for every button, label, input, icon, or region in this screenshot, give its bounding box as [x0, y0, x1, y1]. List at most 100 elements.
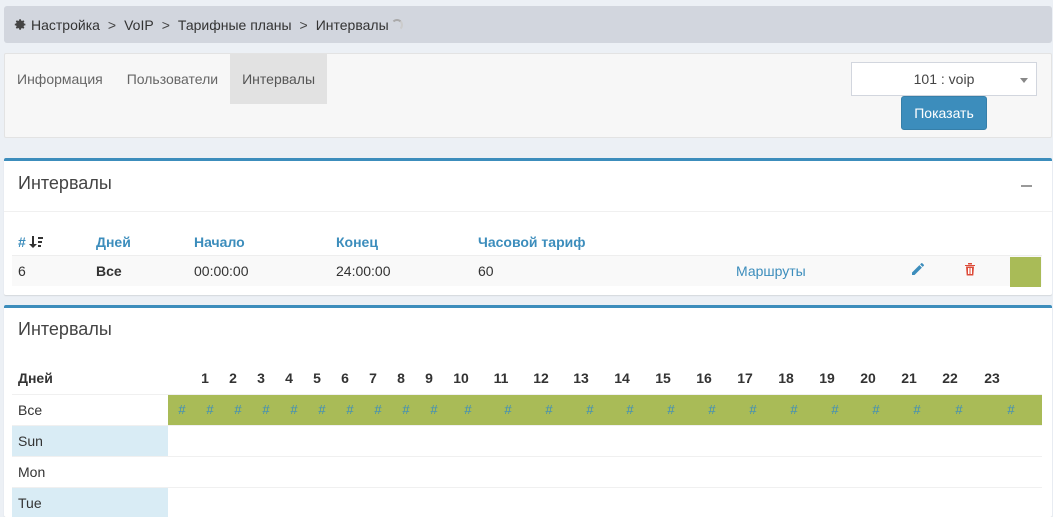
hour-cell-link[interactable]: #	[399, 402, 413, 417]
hour-cell-link[interactable]: #	[583, 402, 597, 417]
days-column-header: Дней	[18, 370, 53, 386]
hour-label: 3	[257, 370, 265, 386]
intervals-schedule-box: Интервалы Дней 1 2 3 4 5 6 7 8 9 10 11 12 13 14 15 16 17…	[4, 305, 1052, 517]
cell-days: Все	[96, 263, 122, 279]
hour-label: 22	[942, 370, 958, 386]
hour-cell-link[interactable]: #	[952, 402, 966, 417]
schedule-row-cells	[168, 488, 1042, 517]
tab-bar: Информация Пользователи Интервалы	[5, 54, 328, 104]
hour-cell-link[interactable]: #	[371, 402, 385, 417]
loading-spinner-icon	[390, 18, 403, 31]
hour-label: 20	[860, 370, 876, 386]
hour-label: 11	[493, 370, 509, 386]
chevron-down-icon	[1020, 78, 1028, 83]
hour-cell-link[interactable]: #	[869, 402, 883, 417]
hour-label: 14	[614, 370, 630, 386]
hour-label: 1	[201, 370, 209, 386]
tab-users[interactable]: Пользователи	[115, 54, 230, 104]
tabs-panel: Информация Пользователи Интервалы 101 : …	[4, 53, 1052, 138]
schedule-row-cells: # # # # # # # # # # # # # # # # # # # # # # # #	[168, 395, 1042, 425]
box-title: Интервалы	[18, 319, 112, 339]
cell-hourly-rate: 60	[478, 263, 494, 279]
tab-intervals[interactable]: Интервалы	[230, 54, 328, 104]
breadcrumb-item-voip[interactable]: VoIP	[124, 17, 154, 33]
table-row	[12, 255, 1042, 286]
hour-cell-link[interactable]: #	[231, 402, 245, 417]
breadcrumb-separator: >	[107, 16, 117, 33]
breadcrumb-item-settings[interactable]: Настройка	[31, 17, 100, 33]
collapse-icon[interactable]	[1021, 185, 1032, 187]
column-header-start[interactable]: Начало	[194, 234, 245, 250]
schedule-row: Sun	[12, 425, 1042, 456]
hour-cell-link[interactable]: #	[175, 402, 189, 417]
routes-link[interactable]: Маршруты	[736, 263, 806, 279]
hour-label: 12	[533, 370, 549, 386]
hour-cell-link[interactable]: #	[461, 402, 475, 417]
hour-cell-link[interactable]: #	[287, 402, 301, 417]
hour-label: 9	[425, 370, 433, 386]
hour-label: 15	[655, 370, 671, 386]
trash-icon[interactable]	[962, 261, 978, 277]
schedule-row-day-label: Tue	[12, 488, 168, 517]
hour-label: 19	[819, 370, 835, 386]
show-button[interactable]: Показать	[901, 96, 987, 130]
cell-start: 00:00:00	[194, 263, 249, 279]
hour-cell-link[interactable]: #	[910, 402, 924, 417]
hour-cell-link[interactable]: #	[501, 402, 515, 417]
pencil-icon[interactable]	[910, 261, 926, 277]
schedule-row: Tue	[12, 487, 1042, 517]
hour-cell-link[interactable]: #	[828, 402, 842, 417]
hour-label: 6	[341, 370, 349, 386]
hour-cell-link[interactable]: #	[1004, 402, 1018, 417]
schedule-row-day-label: Sun	[12, 426, 168, 456]
schedule-row-cells	[168, 457, 1042, 487]
column-header-end[interactable]: Конец	[336, 234, 378, 250]
hour-label: 16	[696, 370, 712, 386]
hour-label: 10	[453, 370, 469, 386]
column-header-id[interactable]: #	[18, 234, 43, 250]
hour-label: 2	[229, 370, 237, 386]
intervals-table-box: Интервалы # Дней Начало Конец Часовой та…	[4, 158, 1052, 295]
hour-label: 18	[778, 370, 794, 386]
hour-cell-link[interactable]: #	[259, 402, 273, 417]
hour-label: 23	[984, 370, 1000, 386]
hour-cell-link[interactable]: #	[787, 402, 801, 417]
divider	[4, 211, 1052, 212]
schedule-row: Все # # # # # # # # # # # # # # # # # # # # # # # #	[12, 394, 1042, 425]
schedule-row: Mon	[12, 456, 1042, 487]
hour-label: 17	[737, 370, 753, 386]
breadcrumb-item-tariff-plans[interactable]: Тарифные планы	[178, 17, 292, 33]
hour-label: 7	[369, 370, 377, 386]
gear-icon	[14, 19, 26, 30]
plan-select[interactable]: 101 : voip	[851, 62, 1037, 96]
hour-cell-link[interactable]: #	[664, 402, 678, 417]
tab-information[interactable]: Информация	[5, 54, 115, 104]
box-title: Интервалы	[18, 173, 112, 193]
hour-cell-link[interactable]: #	[542, 402, 556, 417]
column-header-days[interactable]: Дней	[96, 234, 131, 250]
hour-label: 4	[285, 370, 293, 386]
hour-cell-link[interactable]: #	[343, 402, 357, 417]
interval-color-swatch	[1010, 257, 1041, 287]
schedule-row-day-label: Все	[18, 402, 43, 418]
hour-cell-link[interactable]: #	[427, 402, 441, 417]
cell-id: 6	[18, 263, 26, 279]
hour-label: 21	[901, 370, 917, 386]
schedule-row-cells	[168, 426, 1042, 456]
breadcrumb-item-intervals: Интервалы	[315, 16, 389, 33]
hour-cell-link[interactable]: #	[705, 402, 719, 417]
hour-cell-link[interactable]: #	[203, 402, 217, 417]
hour-cell-link[interactable]: #	[315, 402, 329, 417]
hour-label: 8	[397, 370, 405, 386]
hour-cell-link[interactable]: #	[746, 402, 760, 417]
schedule-row-day-label: Mon	[18, 464, 46, 480]
column-header-id-label: #	[18, 234, 26, 250]
hour-cell-link[interactable]: #	[623, 402, 637, 417]
cell-end: 24:00:00	[336, 263, 391, 279]
hour-label: 13	[573, 370, 589, 386]
breadcrumb: Настройка > VoIP > Тарифные планы > Инте…	[4, 6, 1052, 43]
column-header-hourly-rate[interactable]: Часовой тариф	[478, 234, 585, 250]
plan-select-value: 101 : voip	[913, 71, 975, 87]
breadcrumb-separator: >	[161, 16, 170, 33]
sort-desc-icon	[28, 236, 43, 248]
